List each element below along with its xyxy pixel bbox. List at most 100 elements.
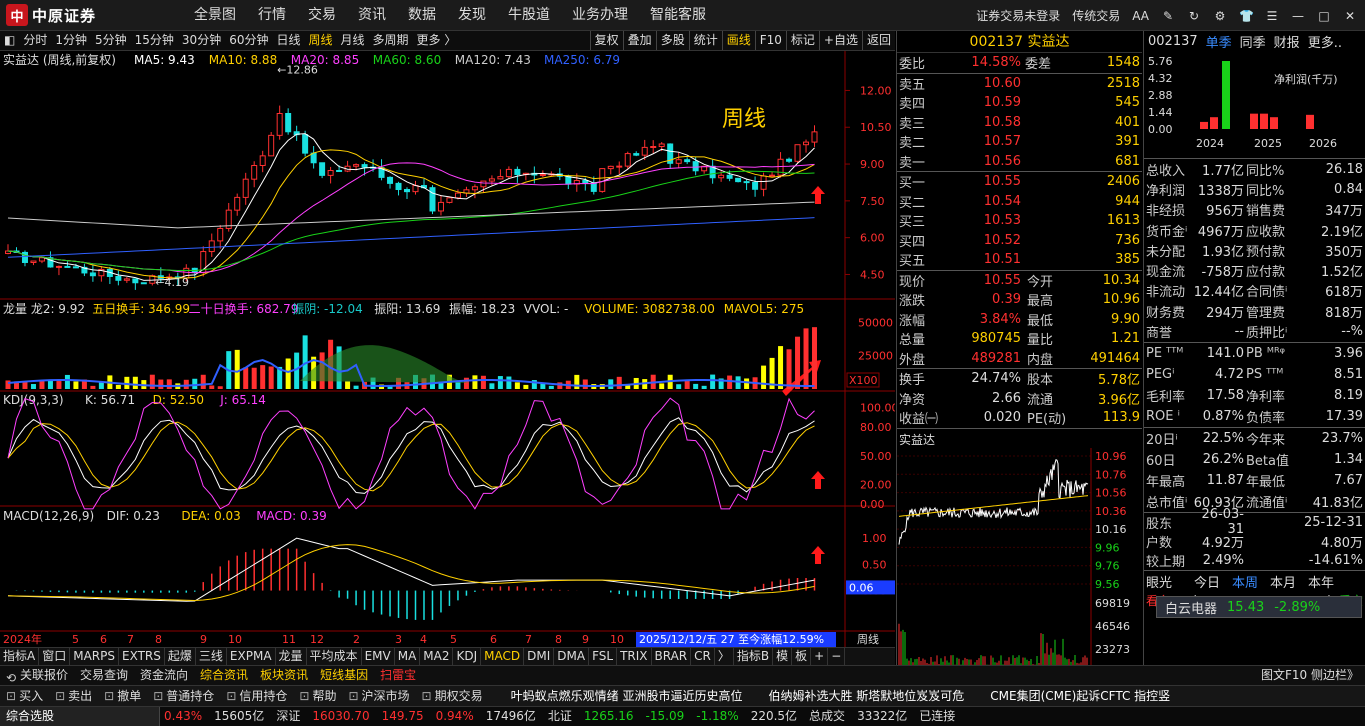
minimize-icon[interactable]: — xyxy=(1291,9,1305,23)
eye-tab[interactable]: 本月 xyxy=(1270,572,1296,591)
fin-tab[interactable]: 更多.. xyxy=(1308,32,1342,51)
indicator-tab[interactable]: EXPMA xyxy=(227,648,276,665)
fin-tab[interactable]: 单季 xyxy=(1206,32,1232,51)
period-tab[interactable]: 周线 xyxy=(305,31,337,50)
nav-item[interactable]: 全景图 xyxy=(183,0,247,31)
indicator-tab[interactable]: − xyxy=(828,648,846,665)
chart-tool-button[interactable]: 叠加 xyxy=(622,31,656,50)
indicator-tab[interactable]: + xyxy=(811,648,829,665)
maximize-icon[interactable]: □ xyxy=(1317,9,1331,23)
indicator-tab[interactable]: 平均成本 xyxy=(307,648,362,665)
indicator-tab[interactable]: 起爆 xyxy=(165,648,196,665)
font-size-icon[interactable]: AA xyxy=(1132,9,1149,23)
eye-tab[interactable]: 今日 xyxy=(1194,572,1220,591)
period-tab[interactable]: 月线 xyxy=(337,31,369,50)
period-tab[interactable]: 日线 xyxy=(272,31,304,50)
trade-action[interactable]: ⊡ 期权交易 xyxy=(416,686,489,706)
nav-item[interactable]: 资讯 xyxy=(347,0,397,31)
collapse-icon[interactable]: ◧ xyxy=(0,31,19,50)
chart-tool-button[interactable]: 统计 xyxy=(688,31,722,50)
indicator-tab[interactable]: DMA xyxy=(554,648,590,665)
indicator-tab[interactable]: EMV xyxy=(362,648,395,665)
menu-icon[interactable]: ☰ xyxy=(1265,9,1279,23)
shirt-icon[interactable]: 👕 xyxy=(1239,9,1254,23)
news-item[interactable]: 叶蚂蚁点燃乐观情绪 亚洲股市逼近历史高位 xyxy=(505,686,749,706)
nav-item[interactable]: 业务办理 xyxy=(561,0,639,31)
indicator-tab[interactable]: CR xyxy=(691,648,715,665)
period-tab[interactable]: 5分钟 xyxy=(91,31,131,50)
close-icon[interactable]: ✕ xyxy=(1343,9,1357,23)
nav-item[interactable]: 智能客服 xyxy=(639,0,717,31)
edit-icon[interactable]: ✎ xyxy=(1161,9,1175,23)
trade-action[interactable]: ⊡ 撤单 xyxy=(98,686,147,706)
news-item[interactable]: CME集团(CME)起诉CFTC 指控竖 xyxy=(984,686,1176,706)
indicator-tab[interactable]: 板 xyxy=(792,648,812,665)
book-price: 10.60 xyxy=(983,75,1021,91)
chart-tool-button[interactable]: 复权 xyxy=(589,31,623,50)
function-tab[interactable]: 关联报价 xyxy=(14,666,74,685)
trade-action[interactable]: ⊡ 卖出 xyxy=(49,686,98,706)
indicator-tab[interactable]: 指标B xyxy=(734,648,774,665)
trade-action[interactable]: ⊡ 沪深市场 xyxy=(342,686,415,706)
trade-action[interactable]: ⊡ 普通持仓 xyxy=(147,686,220,706)
stock-screener-tab[interactable]: 综合选股 xyxy=(0,707,160,726)
chart-tool-button[interactable]: 返回 xyxy=(861,31,895,50)
indicator-tab[interactable]: DMI xyxy=(524,648,555,665)
indicator-tab[interactable]: EXTRS xyxy=(119,648,165,665)
indicator-tab[interactable]: 模 xyxy=(773,648,793,665)
eye-tab[interactable]: 本周 xyxy=(1232,572,1258,591)
period-tab[interactable]: 分时 xyxy=(19,31,51,50)
function-tab[interactable]: 扫雷宝 xyxy=(374,666,422,685)
nav-item[interactable]: 牛股道 xyxy=(497,0,561,31)
nav-item[interactable]: 数据 xyxy=(397,0,447,31)
chart-tool-button[interactable]: 画线 xyxy=(721,31,755,50)
login-status[interactable]: 证券交易未登录 xyxy=(976,7,1060,24)
nav-item[interactable]: 交易 xyxy=(297,0,347,31)
indicator-tab[interactable]: 三线 xyxy=(196,648,227,665)
indicator-tab[interactable]: MACD xyxy=(481,648,525,665)
function-tab[interactable]: 综合资讯 xyxy=(194,666,254,685)
indicator-tab[interactable]: FSL xyxy=(589,648,618,665)
chart-area[interactable]: 实益达 (周线,前复权) MA5: 9.43 MA10: 8.88 MA20: 8.8… xyxy=(0,51,895,647)
function-tab[interactable]: 板块资讯 xyxy=(254,666,314,685)
indicator-tab[interactable]: MARPS xyxy=(70,648,119,665)
nav-item[interactable]: 行情 xyxy=(247,0,297,31)
intraday-mini-chart[interactable]: 10.96 10.76 10.56 10.36 10.16 9.96 9.76 9.56 698… xyxy=(897,447,1143,670)
period-tab[interactable]: 更多 〉 xyxy=(413,31,461,50)
eye-tab[interactable]: 本年 xyxy=(1308,572,1334,591)
indicator-tab[interactable]: BRAR xyxy=(652,648,692,665)
chart-tool-button[interactable]: +自选 xyxy=(818,31,862,50)
f10-sidebar[interactable]: 图文F10 侧边栏》 xyxy=(1255,666,1365,685)
fin-tab[interactable]: 同季 xyxy=(1240,32,1266,51)
chart-tool-button[interactable]: 多股 xyxy=(655,31,689,50)
indicator-tab[interactable]: MA2 xyxy=(420,648,454,665)
refresh-icon[interactable]: ↻ xyxy=(1187,9,1201,23)
trade-mode[interactable]: 传统交易 xyxy=(1072,7,1120,24)
refresh-icon[interactable]: ⟲ xyxy=(0,669,16,685)
trade-action[interactable]: ⊡ 买入 xyxy=(0,686,49,706)
indicator-tab[interactable]: 龙量 xyxy=(276,648,307,665)
settings-icon[interactable]: ⚙ xyxy=(1213,9,1227,23)
function-tab[interactable]: 交易查询 xyxy=(74,666,134,685)
indicator-tab[interactable]: MA xyxy=(395,648,421,665)
chart-tool-button[interactable]: 标记 xyxy=(785,31,819,50)
period-tab[interactable]: 30分钟 xyxy=(178,31,225,50)
indicator-tab[interactable]: KDJ xyxy=(453,648,482,665)
trade-action[interactable]: ⊡ 信用持仓 xyxy=(220,686,293,706)
trade-action[interactable]: ⊡ 帮助 xyxy=(293,686,342,706)
function-tab[interactable]: 短线基因 xyxy=(314,666,374,685)
period-tab[interactable]: 多周期 xyxy=(369,31,413,50)
fin-tab[interactable]: 财报 xyxy=(1274,32,1300,51)
indicator-tab[interactable]: TRIX xyxy=(617,648,652,665)
function-tab[interactable]: 资金流向 xyxy=(134,666,194,685)
indicator-tab[interactable]: 〉 xyxy=(715,648,734,665)
news-item[interactable]: 伯纳姆补选大胜 斯塔默地位岌岌可危 xyxy=(762,686,970,706)
period-tab[interactable]: 1分钟 xyxy=(51,31,91,50)
chart-tool-button[interactable]: F10 xyxy=(754,31,786,50)
period-tab[interactable]: 15分钟 xyxy=(131,31,178,50)
nav-item[interactable]: 发现 xyxy=(447,0,497,31)
stock-popup[interactable]: 白云电器 15.43 -2.89% xyxy=(1156,596,1362,618)
indicator-tab[interactable]: 窗口 xyxy=(39,648,71,665)
indicator-tab[interactable]: 指标A xyxy=(0,648,40,665)
period-tab[interactable]: 60分钟 xyxy=(225,31,272,50)
